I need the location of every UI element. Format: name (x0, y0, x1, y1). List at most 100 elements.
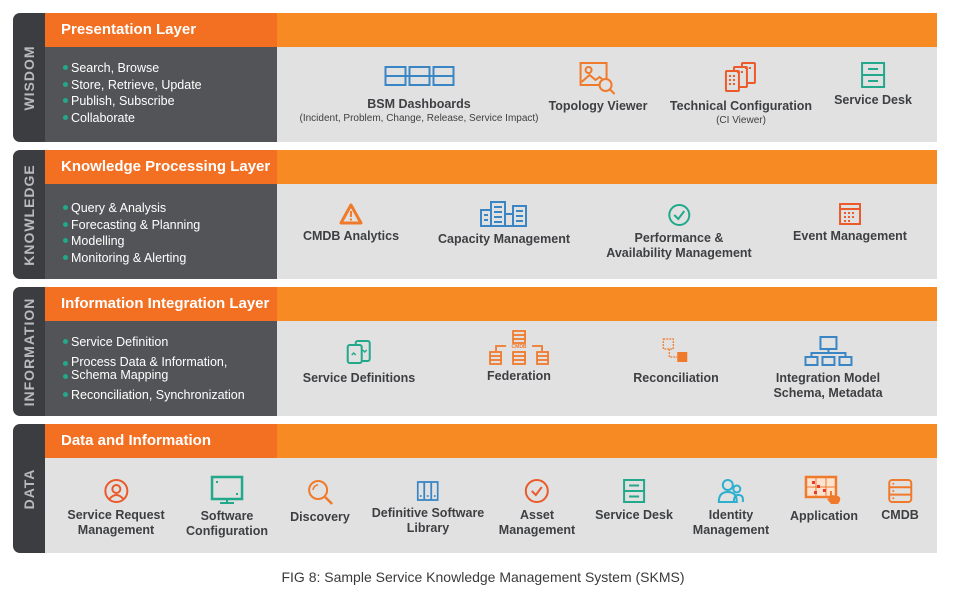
users-icon (717, 479, 745, 503)
bullet-item: Forecasting & Planning (63, 217, 277, 234)
layer-header: Presentation Layer (45, 13, 937, 47)
layer-side-label: KNOWLEDGE (13, 150, 45, 279)
item-performance-availability: Performance & Availability Management (606, 203, 752, 261)
item-label: Federation (487, 369, 551, 383)
item-application: Application (790, 475, 858, 524)
layer-items: Service Definitions CMDB Federation Reco… (277, 321, 937, 416)
bullet-item: Store, Retrieve, Update (63, 77, 277, 94)
item-discovery: Discovery (290, 478, 350, 525)
item-label-line2: Management (692, 523, 770, 537)
data-information-layer: DATA Data and Information Service Reques… (13, 424, 937, 553)
hierarchy-chart-icon (803, 336, 852, 366)
item-label: Reconciliation (633, 371, 719, 385)
item-label: Technical Configuration (669, 99, 813, 113)
item-label: BSM Dashboards (367, 97, 471, 111)
side-label-text: DATA (21, 468, 37, 509)
layer-items: Service Request Management Software Conf… (45, 458, 937, 553)
item-label: CMDB Analytics (302, 229, 400, 243)
bullet-item: Service Definition (63, 334, 277, 351)
user-circle-icon (104, 479, 128, 503)
side-label-text: WISDOM (21, 44, 37, 111)
layer-side-label: WISDOM (13, 13, 45, 142)
item-label: Service Request (67, 508, 165, 522)
item-service-definitions: Service Definitions (302, 339, 416, 386)
item-label: Event Management (793, 229, 907, 243)
item-cmdb: CMDB (881, 478, 919, 523)
layer-side-label: DATA (13, 424, 45, 553)
layer-bullet-list: Service Definition Process Data & Inform… (45, 321, 277, 416)
drawer-cabinet-icon (623, 479, 645, 503)
item-bsm-dashboards: BSM Dashboards (Incident, Problem, Chang… (300, 65, 539, 125)
federation-tree-icon: CMDB (489, 330, 549, 365)
topology-image-search-icon (579, 62, 616, 95)
item-asset-management: Asset Management (499, 478, 575, 538)
item-federation: CMDB Federation (487, 329, 551, 384)
item-label-line2: Configuration (186, 524, 268, 538)
reconciliation-link-icon (662, 338, 687, 362)
item-label: Software (200, 509, 254, 523)
item-sublabel: (Incident, Problem, Change, Release, Ser… (299, 113, 539, 124)
item-label: Service Desk (595, 508, 673, 522)
bullet-item-continued: Schema Mapping (63, 368, 277, 382)
item-label: Asset (519, 508, 555, 522)
calendar-icon (838, 203, 861, 225)
layer-title: Knowledge Processing Layer (45, 150, 277, 184)
item-service-request-management: Service Request Management (67, 478, 165, 538)
side-label-text: KNOWLEDGE (21, 163, 37, 266)
item-label: CMDB (881, 508, 919, 522)
information-integration-layer: INFORMATION Information Integration Laye… (13, 287, 937, 416)
item-label: Service Desk (834, 93, 912, 107)
item-identity-management: Identity Management (693, 478, 769, 538)
bullet-item: Publish, Subscribe (63, 93, 277, 110)
presentation-layer: WISDOM Presentation Layer Search, Browse… (13, 13, 937, 142)
item-label: Identity (708, 508, 754, 522)
layer-bullet-list: Search, Browse Store, Retrieve, Update P… (45, 47, 277, 142)
item-label-line2: Schema, Metadata (773, 386, 883, 400)
layer-items: BSM Dashboards (Incident, Problem, Chang… (277, 47, 937, 142)
bullet-item: Process Data & Information, (63, 355, 277, 369)
bullet-item: Monitoring & Alerting (63, 250, 277, 267)
bullet-item: Search, Browse (63, 60, 277, 77)
layer-header: Data and Information (45, 424, 937, 458)
layer-bullet-list: Query & Analysis Forecasting & Planning … (45, 184, 277, 279)
federation-icon-text: CMDB (512, 344, 527, 350)
item-reconciliation: Reconciliation (633, 337, 719, 386)
item-label: Capacity Management (438, 232, 570, 246)
item-label: Definitive Software (371, 506, 485, 520)
item-service-desk: Service Desk (834, 61, 912, 108)
item-label: Topology Viewer (548, 99, 648, 113)
item-sublabel: (CI Viewer) (716, 115, 766, 126)
dashboard-panels-icon (384, 66, 454, 86)
item-cmdb-analytics: CMDB Analytics (303, 203, 399, 244)
item-service-desk: Service Desk (595, 478, 673, 523)
figure-caption: FIG 8: Sample Service Knowledge Manageme… (281, 569, 685, 585)
monitor-icon (210, 475, 244, 504)
layer-header: Information Integration Layer (45, 287, 937, 321)
check-circle-icon (525, 479, 549, 503)
knowledge-processing-layer: KNOWLEDGE Knowledge Processing Layer Que… (13, 150, 937, 279)
item-label: Performance & (634, 231, 724, 245)
item-integration-model: Integration Model Schema, Metadata (773, 335, 883, 401)
database-stack-icon (888, 479, 912, 503)
item-label-line2: Management (498, 523, 576, 537)
stacked-documents-icon (724, 62, 756, 92)
item-label: Service Definitions (302, 371, 416, 385)
magnifier-icon (307, 480, 333, 505)
bullet-item: Reconciliation, Synchronization (63, 387, 277, 404)
item-label: Application (789, 509, 859, 523)
item-capacity-management: Capacity Management (438, 200, 570, 247)
side-label-text: INFORMATION (21, 297, 37, 406)
item-event-management: Event Management (793, 203, 907, 244)
item-label-line2: Library (406, 521, 450, 535)
item-label: Discovery (290, 510, 350, 524)
item-label-line2: Availability Management (606, 246, 752, 260)
layer-title: Data and Information (45, 424, 277, 458)
layer-items: CMDB Analytics Capacity Management Perfo… (277, 184, 937, 279)
layer-title: Presentation Layer (45, 13, 277, 47)
library-binders-icon (417, 481, 439, 501)
layer-header: Knowledge Processing Layer (45, 150, 937, 184)
item-technical-configuration: Technical Configuration (CI Viewer) (670, 61, 812, 127)
item-software-configuration: Software Configuration (186, 475, 268, 539)
drawer-cabinet-icon (861, 62, 885, 88)
warning-triangle-icon (339, 203, 363, 225)
